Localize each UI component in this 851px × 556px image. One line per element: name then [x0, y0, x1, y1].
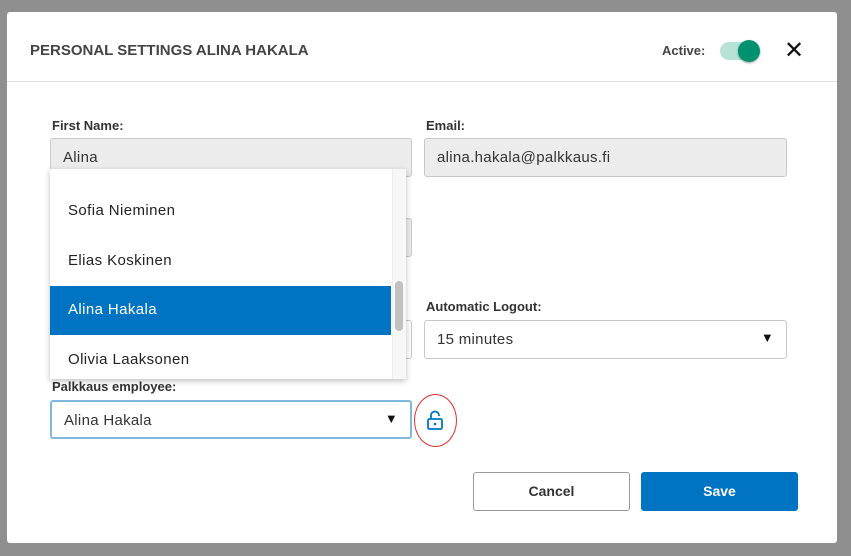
dropdown-option[interactable]: Elias Koskinen [50, 237, 391, 286]
palkkaus-employee-label: Palkkaus employee: [52, 379, 177, 394]
unlock-icon[interactable] [426, 410, 444, 430]
dropdown-arrow-icon: ▼ [384, 411, 398, 426]
automatic-logout-label: Automatic Logout: [426, 299, 542, 314]
dropdown-option[interactable]: Sofia Nieminen [50, 187, 391, 236]
automatic-logout-value: 15 minutes [437, 331, 514, 348]
palkkaus-employee-select[interactable]: Alina Hakala ▼ [50, 400, 412, 439]
active-label: Active: [662, 43, 706, 58]
dropdown-option[interactable]: Olivia Laaksonen [50, 336, 391, 379]
palkkaus-employee-value: Alina Hakala [64, 412, 152, 429]
scrollbar-thumb[interactable] [395, 281, 403, 331]
dropdown-option-selected[interactable]: Alina Hakala [50, 286, 391, 335]
cancel-button[interactable]: Cancel [473, 472, 630, 511]
toggle-knob [738, 40, 760, 62]
email-label: Email: [426, 118, 466, 133]
dropdown-arrow-icon: ▼ [760, 330, 774, 345]
modal-title: PERSONAL SETTINGS ALINA HAKALA [30, 42, 309, 59]
scrollbar[interactable] [392, 169, 406, 379]
employee-dropdown-list: Sofia Nieminen Elias Koskinen Alina Haka… [50, 169, 406, 379]
automatic-logout-select[interactable]: 15 minutes ▼ [424, 320, 787, 359]
active-toggle[interactable] [720, 40, 760, 62]
first-name-label: First Name: [52, 118, 124, 133]
close-icon[interactable]: ✕ [784, 36, 804, 65]
save-button[interactable]: Save [641, 472, 798, 511]
email-input[interactable]: alina.hakala@palkkaus.fi [424, 138, 787, 177]
modal-header: PERSONAL SETTINGS ALINA HAKALA Active: ✕ [7, 12, 837, 82]
personal-settings-modal: PERSONAL SETTINGS ALINA HAKALA Active: ✕… [7, 12, 837, 543]
